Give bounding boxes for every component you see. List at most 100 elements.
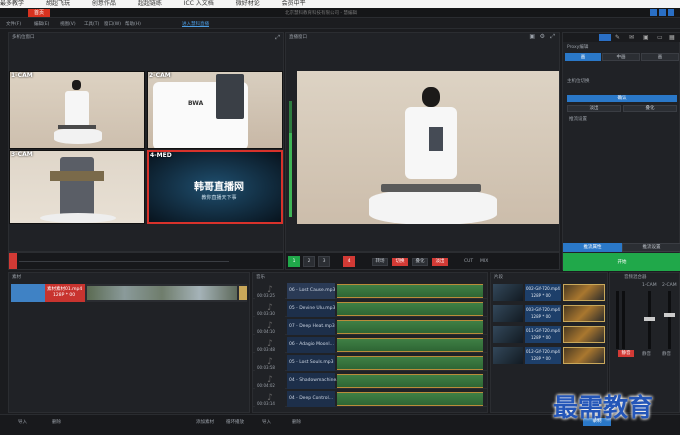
menu-edit[interactable]: 编辑(E) <box>34 21 49 27</box>
bookmark[interactable]: 最多教学 <box>0 0 24 8</box>
audio-track-row[interactable]: ♪ 00:04:02 04 - Shadowmachine... <box>253 372 487 389</box>
track-label-box: 04 - Shadowmachine... <box>287 373 341 389</box>
scene-1-button[interactable]: 1 <box>288 256 300 267</box>
track-label-box: 05 - Devine Ulu.mp3 <box>287 301 335 317</box>
bookmark[interactable]: 超超链练 <box>138 0 162 8</box>
track-waveform[interactable] <box>337 374 483 388</box>
clip-row[interactable]: 012-Gif-720.mp4 128P * 00 <box>491 345 607 365</box>
mode-tab-1[interactable]: 画 <box>565 53 601 61</box>
bookmark[interactable]: 微好材论 <box>236 0 260 8</box>
stream-props-tab[interactable]: 推流属性 <box>563 243 622 252</box>
track-waveform[interactable] <box>337 356 483 370</box>
clip-row[interactable]: 002-Gif-720.mp4 128P * 00 <box>491 282 607 302</box>
monitor-icon[interactable]: ▭ <box>657 34 663 41</box>
cam3-view[interactable]: 3-CAM <box>9 150 145 224</box>
menu-window[interactable]: 窗口(W) <box>104 21 121 27</box>
master-mute-button[interactable]: 静音 <box>618 350 634 357</box>
ch2-mute-label[interactable]: 静音 <box>662 351 671 357</box>
clip-preview <box>563 326 605 343</box>
ch1-fader[interactable] <box>644 317 655 321</box>
live-link[interactable]: 进入慧科直播 <box>182 21 209 27</box>
scene-3-button[interactable]: 3 <box>318 256 330 267</box>
settings-icon[interactable]: ⚙ <box>540 33 545 40</box>
track-waveform[interactable] <box>337 392 483 406</box>
med4-view[interactable]: 韩哥直播网 教你直播天下事 4-MED <box>147 150 283 224</box>
bookmark[interactable]: 胡超飞玩 <box>46 0 70 8</box>
clip-list: 002-Gif-720.mp4 128P * 00 003-Gif-720.mp4 1… <box>491 282 607 372</box>
image-icon[interactable]: ▣ <box>643 34 649 41</box>
fade-button[interactable]: 淡出 <box>567 105 621 112</box>
cam2-view[interactable]: BWA 2-CAM <box>147 71 283 149</box>
clip-thumb[interactable] <box>11 284 45 302</box>
menu-help[interactable]: 帮助(H) <box>125 21 141 27</box>
clip-sub: 128P * 00 <box>53 293 76 298</box>
clip-end[interactable] <box>239 286 247 300</box>
grid-icon[interactable]: ▦ <box>669 34 675 41</box>
filmstrip[interactable] <box>87 286 237 300</box>
pen-icon[interactable]: ✎ <box>615 34 620 41</box>
audio-track-row[interactable]: ♪ 00:03:14 04 - Deep Control... <box>253 390 487 407</box>
audio-import-button[interactable]: 导入 <box>262 419 271 425</box>
scene-4-button[interactable]: 4 <box>343 256 355 267</box>
close-icon[interactable] <box>668 9 674 16</box>
camera-icon[interactable]: ▣ <box>529 33 535 40</box>
confirm-button[interactable]: 确认 <box>567 95 677 102</box>
track-waveform[interactable] <box>337 302 483 316</box>
clip-row[interactable]: 011-Gif-720.mp4 128P * 00 <box>491 324 607 344</box>
audio-title: 音乐 <box>256 275 265 280</box>
audio-track-row[interactable]: ♪ 00:03:25 06 - Lost Cause.mp3 <box>253 282 487 299</box>
dissolve-button[interactable]: 叠化 <box>623 105 677 112</box>
clip-selected[interactable]: 素材素材01.mp4 128P * 00 <box>45 284 85 302</box>
menu-tools[interactable]: 工具(T) <box>84 21 99 27</box>
mixer-title: 音频混合器 <box>624 275 647 280</box>
bookmark[interactable]: ICC 入文档 <box>184 0 214 8</box>
track-name: 04 - Shadowmachine... <box>289 378 341 383</box>
mode-tab-3[interactable]: 画 <box>641 53 679 61</box>
track-time: 00:03:30 <box>257 311 275 316</box>
add-media-button[interactable]: 添加素材 <box>196 419 214 425</box>
mode-tab-2[interactable]: 中画 <box>602 53 640 61</box>
audio-track-row[interactable]: ♪ 00:03:30 05 - Devine Ulu.mp3 <box>253 300 487 317</box>
expand-icon[interactable]: ⤢ <box>275 34 280 42</box>
mix-label[interactable]: MIX <box>480 259 488 264</box>
fade-out-button[interactable]: 淡出 <box>432 258 448 266</box>
table <box>40 213 116 223</box>
transition-button[interactable]: 转场 <box>372 258 388 266</box>
start-stream-button[interactable]: 开始 <box>563 253 680 271</box>
mail-icon[interactable]: ✉ <box>629 34 634 41</box>
minimize-icon[interactable] <box>650 9 657 16</box>
switch-button[interactable]: 切换 <box>392 258 408 266</box>
track-waveform[interactable] <box>337 284 483 298</box>
maximize-icon[interactable] <box>659 9 666 16</box>
stream-section-title: 推流设置 <box>569 117 587 122</box>
ch2-fader[interactable] <box>664 313 675 317</box>
home-tab[interactable]: 首页 <box>28 9 50 17</box>
program-view[interactable] <box>297 71 559 224</box>
ch1-mute-label[interactable]: 静音 <box>642 351 651 357</box>
bookmark[interactable]: 创意作品 <box>92 0 116 8</box>
audio-track-row[interactable]: ♪ 00:03:58 05 - Lost Souls.mp3 <box>253 354 487 371</box>
import-button[interactable]: 导入 <box>18 419 27 425</box>
watermark-logo: 最需教育 <box>553 393 654 422</box>
scene-2-button[interactable]: 2 <box>303 256 315 267</box>
menu-view[interactable]: 视图(V) <box>60 21 76 27</box>
clip-preview <box>563 284 605 301</box>
audio-delete-button[interactable]: 删除 <box>292 419 301 425</box>
mix-button[interactable]: 叠化 <box>412 258 428 266</box>
cut-label[interactable]: CUT <box>464 259 473 264</box>
settings-panel: ✎ ✉ ▣ ▭ ▦ Proxy编辑 画 中画 画 主机位切换 确认 淡出 叠化 … <box>562 32 680 271</box>
clip-row[interactable]: 003-Gif-720.mp4 128P * 00 <box>491 303 607 323</box>
stream-settings-tab[interactable]: 推流设置 <box>622 243 680 252</box>
bookmark[interactable]: 会员中平 <box>282 0 306 8</box>
loop-button[interactable]: 循环播放 <box>226 419 244 425</box>
edit-icon[interactable] <box>599 34 611 41</box>
track-waveform[interactable] <box>337 320 483 334</box>
audio-track-row[interactable]: ♪ 00:04:10 07 - Deep Heat.mp3 <box>253 318 487 335</box>
menu-file[interactable]: 文件(F) <box>6 21 21 27</box>
track-waveform[interactable] <box>337 338 483 352</box>
fullscreen-icon[interactable]: ⤢ <box>550 33 555 41</box>
clip-meta: 128P * 00 <box>531 293 551 298</box>
delete-button[interactable]: 删除 <box>52 419 61 425</box>
cam1-view[interactable]: 1-CAM <box>9 71 145 149</box>
audio-track-row[interactable]: ♪ 00:03:48 06 - Adagio Moonl... <box>253 336 487 353</box>
